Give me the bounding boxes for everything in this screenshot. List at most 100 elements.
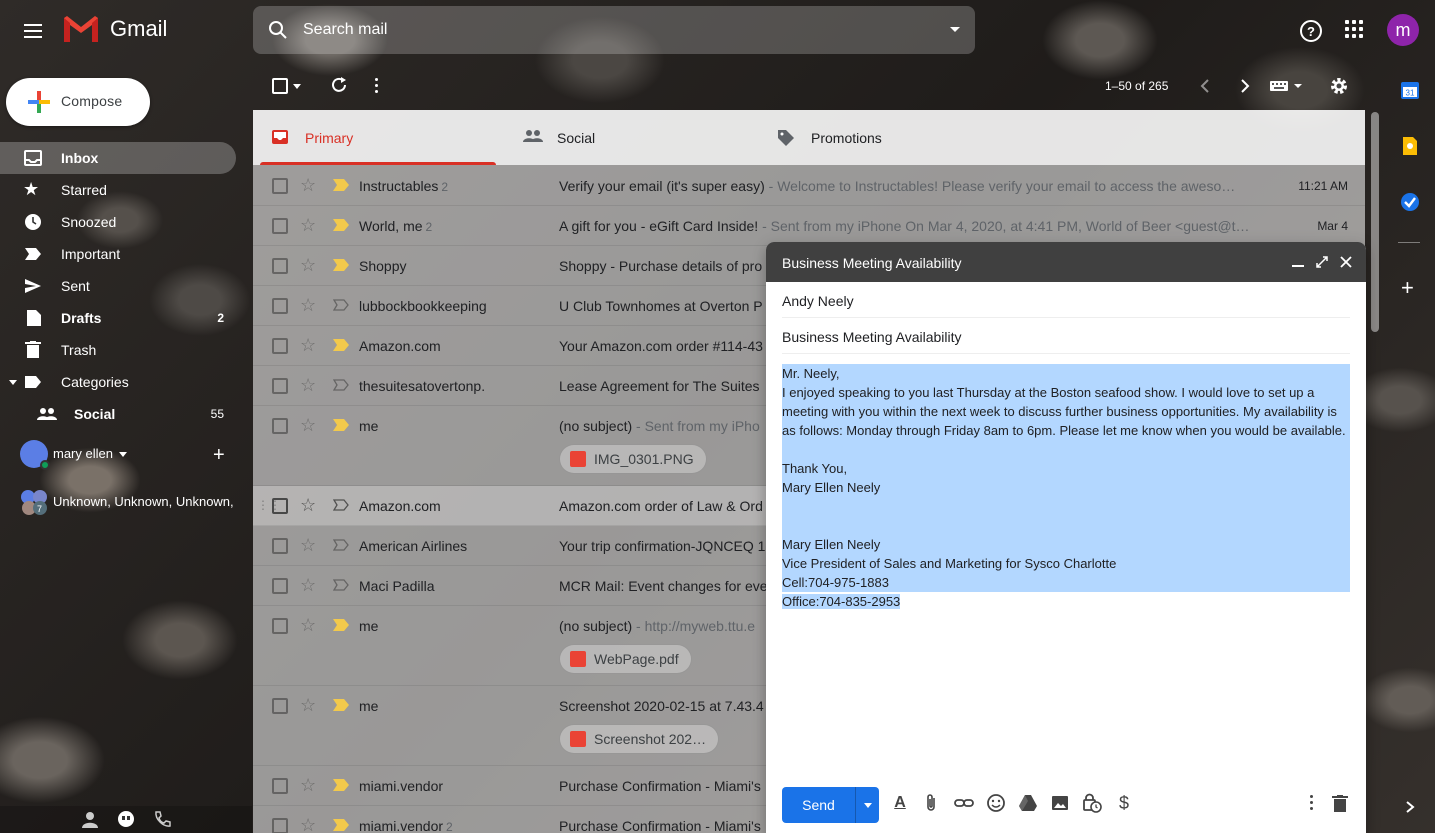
compose-window-header[interactable]: Business Meeting Availability (766, 242, 1366, 282)
new-conversation-icon[interactable]: + (213, 444, 225, 467)
row-checkbox[interactable] (272, 418, 288, 434)
apps-grid-icon[interactable] (1345, 20, 1363, 38)
row-checkbox[interactable] (272, 698, 288, 714)
attachment-chip[interactable]: Screenshot 202… (559, 724, 720, 754)
message-body[interactable]: Mr. Neely, I enjoyed speaking to you las… (782, 364, 1350, 611)
sidebar-item-drafts[interactable]: Drafts 2 (0, 302, 252, 334)
importance-marker-icon[interactable] (333, 419, 349, 431)
person-icon[interactable] (81, 811, 99, 829)
importance-marker-icon[interactable] (333, 579, 349, 591)
confidential-mode-icon[interactable] (1082, 793, 1102, 813)
tab-primary[interactable]: Primary (253, 110, 496, 165)
star-icon[interactable]: ☆ (300, 175, 316, 196)
gear-icon[interactable] (1329, 76, 1349, 96)
more-options-icon[interactable] (375, 78, 378, 93)
importance-marker-icon[interactable] (333, 779, 349, 791)
search-bar[interactable] (253, 6, 975, 54)
trash-icon[interactable] (1332, 795, 1348, 813)
table-row[interactable]: ☆ Instructables 2 Verify your email (it's… (253, 166, 1365, 206)
tab-social[interactable]: Social (505, 110, 745, 165)
star-icon[interactable]: ☆ (300, 335, 316, 356)
search-options-icon[interactable] (935, 26, 975, 34)
keep-icon[interactable] (1400, 136, 1420, 156)
keyboard-icon[interactable] (1270, 80, 1304, 92)
scrollbar[interactable] (1369, 112, 1381, 833)
row-checkbox[interactable] (272, 218, 288, 234)
account-avatar[interactable]: m (1387, 14, 1419, 46)
sidebar-item-snoozed[interactable]: Snoozed (0, 206, 252, 238)
star-icon[interactable]: ☆ (300, 695, 316, 716)
recipients-field[interactable]: Andy Neely (782, 282, 1350, 318)
star-icon[interactable]: ☆ (300, 415, 316, 436)
calendar-icon[interactable]: 31 (1400, 80, 1420, 100)
attachment-chip[interactable]: WebPage.pdf (559, 644, 692, 674)
drive-icon[interactable] (1018, 793, 1038, 813)
star-icon[interactable]: ☆ (300, 495, 316, 516)
row-checkbox[interactable] (272, 298, 288, 314)
attach-icon[interactable] (922, 793, 942, 813)
search-input[interactable] (303, 21, 935, 39)
importance-marker-icon[interactable] (333, 379, 349, 391)
sidebar-item-sent[interactable]: Sent (0, 270, 252, 302)
chevron-right-icon[interactable] (1404, 800, 1416, 814)
row-checkbox[interactable] (272, 258, 288, 274)
refresh-icon[interactable] (330, 76, 348, 94)
main-menu-icon[interactable] (16, 15, 50, 47)
minimize-icon[interactable] (1292, 265, 1304, 267)
row-checkbox[interactable] (272, 818, 288, 833)
importance-marker-icon[interactable] (333, 339, 349, 351)
close-icon[interactable] (1340, 256, 1352, 268)
row-checkbox[interactable] (272, 178, 288, 194)
star-icon[interactable]: ☆ (300, 255, 316, 276)
row-checkbox[interactable] (272, 498, 288, 514)
star-icon[interactable]: ☆ (300, 295, 316, 316)
schedule-send-dropdown[interactable] (855, 787, 879, 823)
emoji-icon[interactable] (986, 793, 1006, 813)
select-all-checkbox[interactable] (272, 78, 288, 94)
help-icon[interactable]: ? (1299, 19, 1323, 43)
text-format-icon[interactable]: A (890, 793, 910, 813)
more-options-icon[interactable] (1310, 795, 1313, 810)
chevron-left-icon[interactable] (1198, 78, 1212, 94)
row-checkbox[interactable] (272, 538, 288, 554)
dollar-icon[interactable]: $ (1114, 793, 1134, 813)
subject-field[interactable]: Business Meeting Availability (782, 318, 1350, 354)
star-icon[interactable]: ☆ (300, 615, 316, 636)
hangouts-icon[interactable] (117, 811, 135, 829)
importance-marker-icon[interactable] (333, 219, 349, 231)
chevron-down-icon[interactable] (119, 452, 127, 457)
sidebar-item-categories[interactable]: Categories (0, 366, 252, 398)
expand-icon[interactable] (1316, 256, 1328, 268)
tab-promotions[interactable]: Promotions (759, 110, 999, 165)
link-icon[interactable] (954, 793, 974, 813)
star-icon[interactable]: ☆ (300, 575, 316, 596)
row-checkbox[interactable] (272, 578, 288, 594)
star-icon[interactable]: ☆ (300, 815, 316, 833)
phone-icon[interactable] (153, 811, 171, 829)
importance-marker-icon[interactable] (333, 619, 349, 631)
photo-icon[interactable] (1050, 793, 1070, 813)
star-icon[interactable]: ☆ (300, 775, 316, 796)
importance-marker-icon[interactable] (333, 819, 349, 831)
star-icon[interactable]: ☆ (300, 215, 316, 236)
gmail-logo[interactable]: Gmail (62, 14, 167, 44)
importance-marker-icon[interactable] (333, 699, 349, 711)
tasks-icon[interactable] (1400, 192, 1420, 212)
star-icon[interactable]: ☆ (300, 535, 316, 556)
send-button[interactable]: Send (782, 787, 855, 823)
collapse-caret-icon[interactable] (9, 380, 17, 385)
sidebar-item-social[interactable]: Social 55 (0, 398, 252, 430)
star-icon[interactable]: ☆ (300, 375, 316, 396)
row-checkbox[interactable] (272, 778, 288, 794)
chevron-right-icon[interactable] (1238, 78, 1252, 94)
importance-marker-icon[interactable] (333, 539, 349, 551)
sidebar-item-trash[interactable]: Trash (0, 334, 252, 366)
row-checkbox[interactable] (272, 378, 288, 394)
importance-marker-icon[interactable] (333, 259, 349, 271)
compose-button[interactable]: Compose (6, 78, 150, 126)
sidebar-item-inbox[interactable]: Inbox (0, 142, 236, 174)
table-row[interactable]: ☆ World, me 2 A gift for you - eGift Card… (253, 206, 1365, 246)
add-addon-icon[interactable]: + (1401, 275, 1414, 301)
importance-marker-icon[interactable] (333, 299, 349, 311)
sidebar-item-starred[interactable]: ★ Starred (0, 174, 252, 206)
